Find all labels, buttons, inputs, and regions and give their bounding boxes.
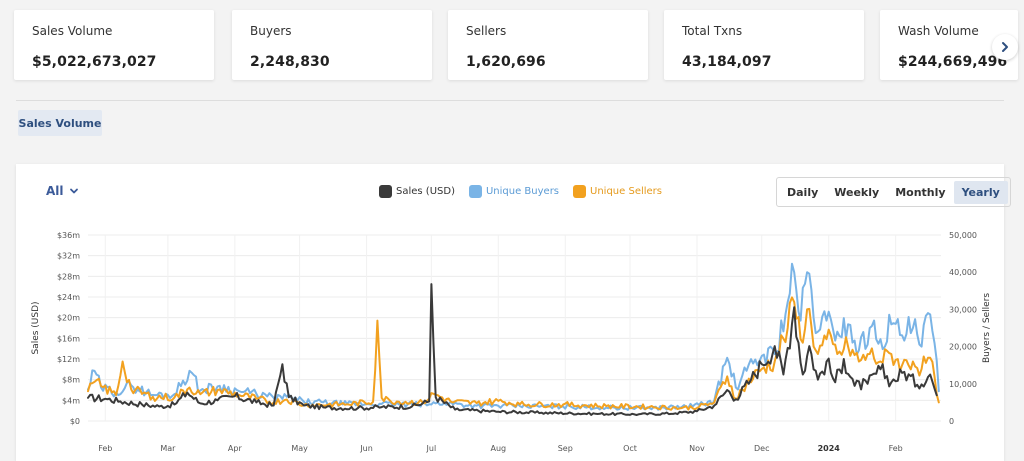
series-line-unique-buyers	[87, 262, 940, 411]
y-left-tick-label: $36m	[57, 231, 80, 240]
divider	[16, 100, 1004, 101]
stat-label: Wash Volume	[898, 24, 979, 38]
stat-value: 43,184,097	[682, 54, 772, 70]
x-tick-label: Jul	[426, 444, 437, 453]
x-tick-label: Nov	[689, 444, 705, 453]
x-tick-label: Mar	[160, 444, 176, 453]
y-left-tick-label: $16m	[57, 334, 80, 343]
y-left-axis-title: Sales (USD)	[31, 301, 41, 354]
stat-value: $5,022,673,027	[32, 54, 157, 70]
y-right-axis-title: Buyers / Sellers	[982, 293, 992, 363]
x-tick-label: 2024	[818, 444, 841, 453]
chart-card: All Sales (USD) Unique Buyers Unique Sel…	[16, 164, 1011, 461]
stats-row: Sales Volume $5,022,673,027 Buyers 2,248…	[14, 10, 1018, 84]
y-right-tick-label: 0	[949, 417, 954, 426]
next-stats-button[interactable]	[992, 34, 1018, 60]
x-tick-label: May	[291, 444, 308, 453]
stat-label: Buyers	[250, 24, 292, 38]
line-chart: $0 $4m $8m $12m $16m $20m $24m $28m $32m $36m 0 10,…	[31, 231, 992, 453]
y-left-tick-label: $0	[70, 417, 80, 426]
y-left-tick-label: $28m	[57, 272, 80, 281]
chevron-right-icon	[1002, 42, 1008, 52]
stat-card-sales-volume: Sales Volume $5,022,673,027	[14, 10, 214, 80]
x-tick-label: Feb	[889, 444, 903, 453]
x-tick-label: Jun	[359, 444, 373, 453]
y-left-tick-label: $12m	[57, 355, 80, 364]
y-left-tick-label: $32m	[57, 252, 80, 261]
x-tick-label: Sep	[558, 444, 573, 453]
stat-value: $244,669,496	[898, 54, 1008, 70]
y-right-tick-label: 30,000	[949, 305, 977, 314]
stat-value: 1,620,696	[466, 54, 546, 70]
stat-card-buyers: Buyers 2,248,830	[232, 10, 432, 80]
stat-label: Sales Volume	[32, 24, 113, 38]
x-tick-label: Apr	[228, 444, 243, 453]
x-tick-label: Dec	[754, 444, 769, 453]
y-right-tick-label: 10,000	[949, 380, 977, 389]
stat-label: Sellers	[466, 24, 507, 38]
y-right-tick-label: 20,000	[949, 343, 977, 352]
x-tick-label: Oct	[623, 444, 637, 453]
stat-card-sellers: Sellers 1,620,696	[448, 10, 648, 80]
stat-label: Total Txns	[682, 24, 743, 38]
y-right-tick-label: 40,000	[949, 268, 977, 277]
x-tick-label: Aug	[490, 444, 506, 453]
x-tick-label: Feb	[98, 444, 112, 453]
stat-card-total-txns: Total Txns 43,184,097	[664, 10, 864, 80]
y-left-tick-label: $24m	[57, 293, 80, 302]
tab-sales-volume[interactable]: Sales Volume	[18, 110, 102, 136]
y-right-tick-label: 50,000	[949, 231, 977, 240]
y-left-tick-label: $20m	[57, 314, 80, 323]
y-left-tick-label: $8m	[62, 376, 80, 385]
stat-value: 2,248,830	[250, 54, 330, 70]
y-left-tick-label: $4m	[62, 396, 80, 405]
